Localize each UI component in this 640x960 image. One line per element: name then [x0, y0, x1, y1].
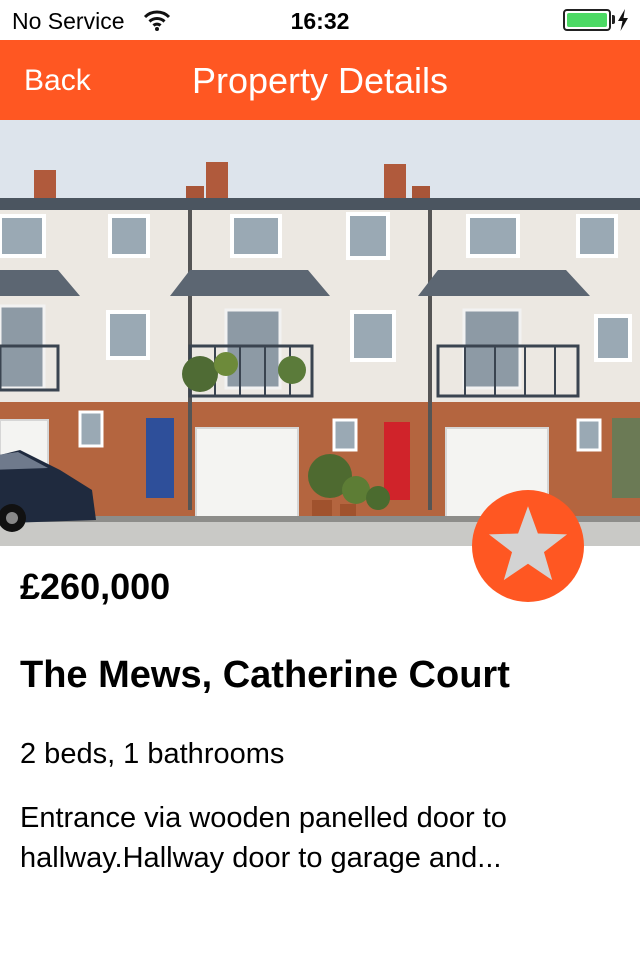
clock: 16:32 [290, 8, 350, 34]
favorite-button[interactable] [472, 490, 584, 602]
star-icon [488, 506, 568, 581]
battery-level [567, 13, 607, 27]
listing-price: £260,000 [20, 566, 171, 607]
listing-rooms: 2 beds, 1 bathrooms [20, 738, 285, 770]
battery-tip [612, 15, 615, 24]
listing-address: The Mews, Catherine Court [20, 654, 510, 696]
charging-bolt-icon [618, 9, 628, 31]
status-bar: No Service 16:32 [0, 0, 640, 40]
property-photo [0, 120, 640, 546]
navigation-bar: Back Property Details [0, 40, 640, 120]
page-title: Property Details [191, 60, 449, 101]
battery-icon [563, 9, 611, 31]
listing-description: Entrance via wooden panelled door to hal… [20, 802, 507, 874]
